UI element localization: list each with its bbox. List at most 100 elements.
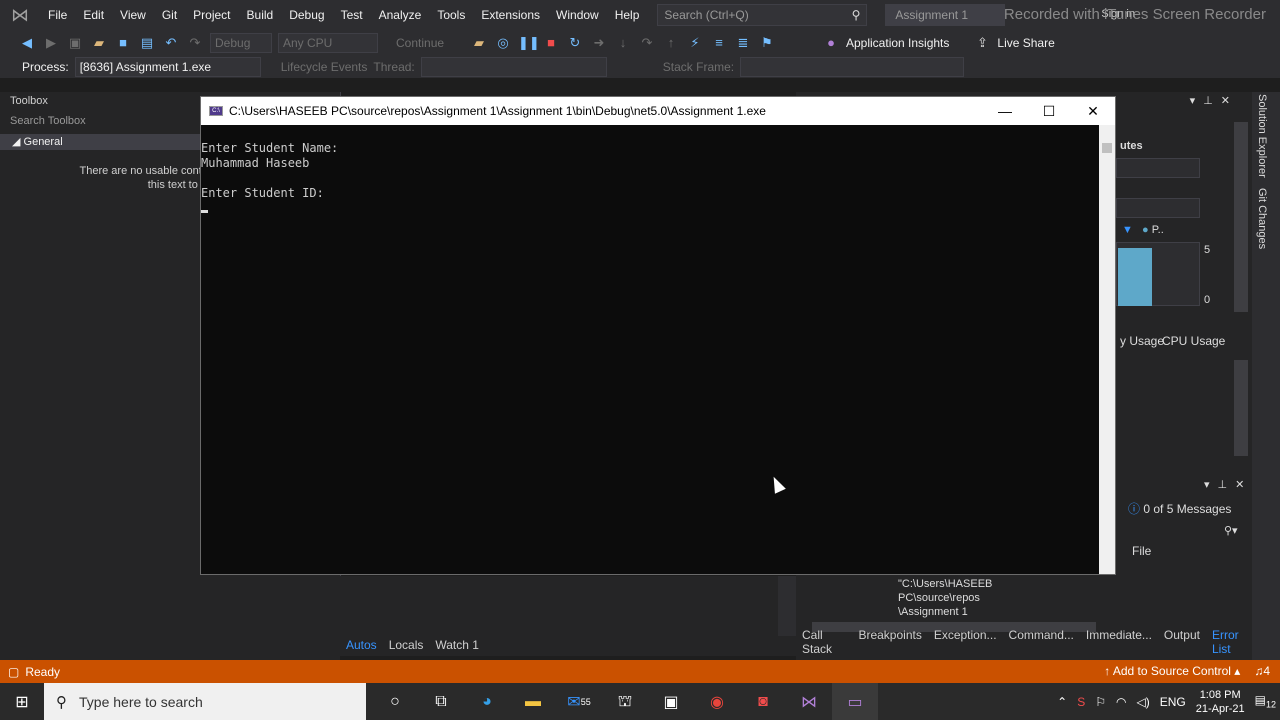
pin-icon-2[interactable]: ⊥ bbox=[1218, 478, 1228, 491]
step-into-icon[interactable]: ↓ bbox=[614, 34, 632, 52]
application-insights-button[interactable]: Application Insights bbox=[846, 36, 949, 50]
tab-call-stack[interactable]: Call Stack bbox=[802, 628, 846, 656]
pin-icon[interactable]: ⊥ bbox=[1203, 94, 1213, 107]
bookmark-icon[interactable]: ⚑ bbox=[758, 34, 776, 52]
tab-output[interactable]: Output bbox=[1164, 628, 1200, 656]
solution-explorer-tab[interactable]: Solution Explorer bbox=[1256, 94, 1268, 178]
add-to-source-control-button[interactable]: ↑ Add to Source Control ▴ bbox=[1104, 664, 1240, 678]
tab-autos[interactable]: Autos bbox=[346, 638, 377, 652]
window-app-icon[interactable]: ▣ bbox=[648, 683, 694, 720]
pause-icon[interactable]: ❚❚ bbox=[518, 34, 540, 52]
search-icon-error-list[interactable]: ⚲▾ bbox=[1224, 524, 1238, 537]
console-app-taskbar-icon[interactable]: ▭ bbox=[832, 683, 878, 720]
dropdown-icon-2[interactable]: ▾ bbox=[1204, 478, 1210, 491]
notifications-button[interactable]: ♫4 bbox=[1254, 664, 1270, 678]
maximize-icon[interactable]: ☐ bbox=[1027, 97, 1071, 125]
thread-dropdown[interactable] bbox=[420, 57, 607, 77]
tab-error-list[interactable]: Error List bbox=[1212, 628, 1252, 656]
diag-scrollbar-mid[interactable] bbox=[1234, 360, 1248, 456]
live-share-button[interactable]: Live Share bbox=[997, 36, 1054, 50]
step-over-icon[interactable]: ↷ bbox=[638, 34, 656, 52]
minimize-icon[interactable]: — bbox=[983, 97, 1027, 125]
dropdown-icon[interactable]: ▾ bbox=[1190, 94, 1196, 107]
search-box[interactable]: Search (Ctrl+Q) ⚲ bbox=[657, 4, 868, 26]
close-icon[interactable]: ✕ bbox=[1221, 94, 1230, 107]
tab-locals[interactable]: Locals bbox=[389, 638, 424, 652]
folder-icon[interactable]: ▰ bbox=[470, 34, 488, 52]
volume-icon[interactable]: ◁) bbox=[1136, 695, 1149, 709]
save-icon[interactable]: ■ bbox=[114, 34, 132, 52]
menu-file[interactable]: File bbox=[40, 0, 75, 30]
recorder-app-icon[interactable]: ◙ bbox=[740, 683, 786, 720]
git-changes-tab[interactable]: Git Changes bbox=[1256, 188, 1268, 249]
console-window[interactable]: C:\ C:\Users\HASEEB PC\source\repos\Assi… bbox=[200, 96, 1116, 575]
clock[interactable]: 1:08 PM 21-Apr-21 bbox=[1196, 688, 1245, 716]
stop-icon[interactable]: ■ bbox=[542, 34, 560, 52]
filter-icon[interactable]: ▼ bbox=[1122, 224, 1133, 236]
cpu-usage-tab[interactable]: CPU Usage bbox=[1162, 334, 1225, 348]
stack-frame-dropdown[interactable] bbox=[740, 57, 965, 77]
taskbar-search-box[interactable]: ⚲ Type here to search bbox=[44, 683, 366, 720]
tab-immediate-window[interactable]: Immediate... bbox=[1086, 628, 1152, 656]
diag-scrollbar-top[interactable] bbox=[1234, 122, 1248, 312]
menu-help[interactable]: Help bbox=[607, 0, 648, 30]
task-view-icon[interactable]: ⧉ bbox=[418, 683, 464, 720]
tab-exception-settings[interactable]: Exception... bbox=[934, 628, 997, 656]
menu-tools[interactable]: Tools bbox=[429, 0, 473, 30]
edge-icon[interactable]: ◕ bbox=[464, 683, 510, 720]
tab-breakpoints[interactable]: Breakpoints bbox=[858, 628, 921, 656]
action-center-icon[interactable]: ▤12 bbox=[1255, 693, 1276, 709]
open-folder-icon[interactable]: ▰ bbox=[90, 34, 108, 52]
file-explorer-icon[interactable]: ▬ bbox=[510, 683, 556, 720]
menu-edit[interactable]: Edit bbox=[75, 0, 112, 30]
mail-icon[interactable]: ✉ 55 bbox=[556, 683, 602, 720]
close-window-icon[interactable]: ✕ bbox=[1071, 97, 1115, 125]
comment-icon[interactable]: ≡ bbox=[710, 34, 728, 52]
visual-studio-icon[interactable]: ⋈ bbox=[786, 683, 832, 720]
undo-icon[interactable]: ↶ bbox=[162, 34, 180, 52]
configuration-dropdown[interactable]: Debug bbox=[210, 33, 272, 53]
console-scrollbar[interactable] bbox=[1099, 125, 1115, 574]
menu-view[interactable]: View bbox=[112, 0, 154, 30]
messages-filter[interactable]: ⓘ 0 of 5 Messages bbox=[1128, 500, 1231, 517]
forward-icon[interactable]: ▶ bbox=[42, 34, 60, 52]
save-all-icon[interactable]: ▤ bbox=[138, 34, 156, 52]
tray-expand-icon[interactable]: ⌃ bbox=[1057, 695, 1067, 709]
file-column-header[interactable]: File bbox=[1132, 544, 1151, 558]
process-dropdown[interactable]: [8636] Assignment 1.exe bbox=[74, 57, 261, 77]
language-indicator[interactable]: ENG bbox=[1160, 695, 1186, 709]
screenshot-icon[interactable]: ◎ bbox=[494, 34, 512, 52]
back-icon[interactable]: ◀ bbox=[18, 34, 36, 52]
console-output[interactable]: Enter Student Name: Muhammad Haseeb Ente… bbox=[201, 125, 1101, 574]
menu-analyze[interactable]: Analyze bbox=[371, 0, 430, 30]
menu-window[interactable]: Window bbox=[548, 0, 607, 30]
show-next-statement-icon[interactable]: ➜ bbox=[590, 34, 608, 52]
menu-build[interactable]: Build bbox=[239, 0, 282, 30]
tab-watch-1[interactable]: Watch 1 bbox=[435, 638, 479, 652]
restart-icon[interactable]: ↻ bbox=[566, 34, 584, 52]
security-icon[interactable]: S bbox=[1077, 695, 1085, 709]
memory-usage-tab[interactable]: y Usage bbox=[1120, 334, 1164, 348]
autos-scrollbar[interactable] bbox=[778, 576, 796, 636]
chrome-icon[interactable]: ◉ bbox=[694, 683, 740, 720]
menu-project[interactable]: Project bbox=[185, 0, 238, 30]
wifi-icon[interactable]: ◠ bbox=[1116, 695, 1126, 709]
search-box-diag[interactable] bbox=[1116, 198, 1200, 218]
continue-button[interactable]: Continue bbox=[384, 36, 464, 50]
console-title-bar[interactable]: C:\ C:\Users\HASEEB PC\source\repos\Assi… bbox=[201, 97, 1115, 125]
close-icon-2[interactable]: ✕ bbox=[1235, 478, 1244, 491]
network-icon[interactable]: ⚐ bbox=[1095, 695, 1106, 709]
store-icon[interactable]: ⛫ bbox=[602, 683, 648, 720]
redo-icon[interactable]: ↷ bbox=[186, 34, 204, 52]
platform-dropdown[interactable]: Any CPU bbox=[278, 33, 378, 53]
menu-debug[interactable]: Debug bbox=[281, 0, 332, 30]
hot-reload-icon[interactable]: ⚡ bbox=[686, 34, 704, 52]
windows-start-icon[interactable]: ⊞ bbox=[0, 683, 44, 720]
menu-extensions[interactable]: Extensions bbox=[473, 0, 548, 30]
uncomment-icon[interactable]: ≣ bbox=[734, 34, 752, 52]
tab-command-window[interactable]: Command... bbox=[1009, 628, 1074, 656]
console-scroll-thumb[interactable] bbox=[1102, 143, 1112, 153]
step-out-icon[interactable]: ↑ bbox=[662, 34, 680, 52]
new-item-icon[interactable]: ▣ bbox=[66, 34, 84, 52]
menu-git[interactable]: Git bbox=[154, 0, 185, 30]
